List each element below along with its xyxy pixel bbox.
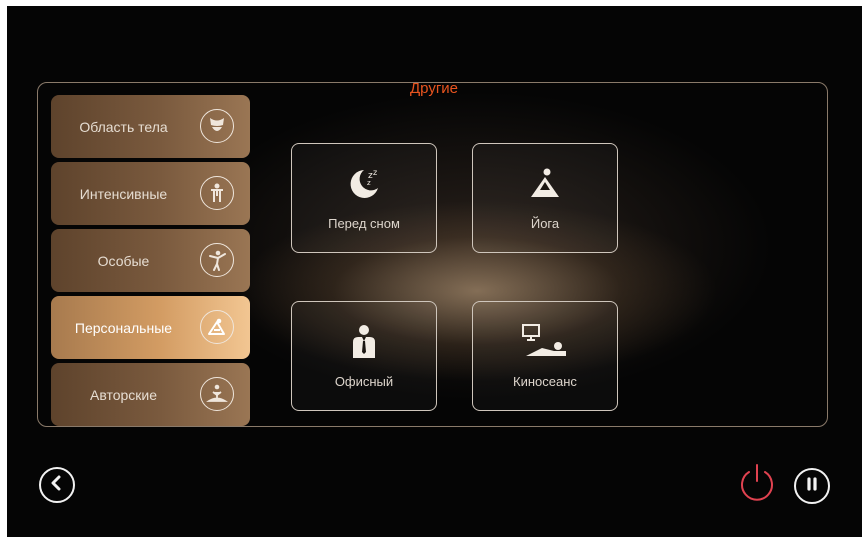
moon-sleep-icon: z z z [292, 164, 436, 204]
program-tile-office[interactable]: Офисный [291, 301, 437, 411]
sidebar-item-body-area[interactable]: Область тела [51, 95, 250, 158]
movie-watch-icon [473, 322, 617, 362]
intense-person-icon [200, 176, 234, 210]
personal-yoga-icon [200, 310, 234, 344]
program-label: Йога [530, 216, 560, 231]
sidebar-item-special[interactable]: Особые [51, 229, 250, 292]
power-button[interactable] [736, 462, 778, 509]
sidebar-item-intense[interactable]: Интенсивные [51, 162, 250, 225]
office-worker-icon [292, 322, 436, 362]
body-area-icon [200, 109, 234, 143]
svg-text:z: z [373, 168, 377, 177]
pause-icon [804, 476, 820, 497]
pause-button[interactable] [794, 468, 830, 504]
author-massage-icon [200, 377, 234, 411]
program-label: Перед сном [328, 216, 400, 231]
program-label: Киносеанс [513, 374, 577, 389]
sidebar-item-label: Персональные [74, 319, 173, 336]
program-tile-before-sleep[interactable]: z z z Перед сном [291, 143, 437, 253]
sidebar-item-label: Авторские [89, 386, 158, 403]
back-chevron-icon [49, 475, 65, 496]
svg-text:z: z [367, 179, 371, 187]
sidebar-item-label: Область тела [79, 118, 168, 135]
sidebar-item-author[interactable]: Авторские [51, 363, 250, 426]
program-tile-cinema[interactable]: Киносеанс [472, 301, 618, 411]
power-icon [736, 462, 778, 509]
back-button[interactable] [39, 467, 75, 503]
program-tile-yoga[interactable]: Йога [472, 143, 618, 253]
sidebar-item-personal[interactable]: Персональные [51, 296, 250, 359]
yoga-icon [473, 164, 617, 204]
sidebar-item-label: Интенсивные [79, 185, 168, 202]
program-label: Офисный [334, 374, 394, 389]
special-pose-icon [200, 243, 234, 277]
sidebar-item-label: Особые [97, 252, 150, 269]
